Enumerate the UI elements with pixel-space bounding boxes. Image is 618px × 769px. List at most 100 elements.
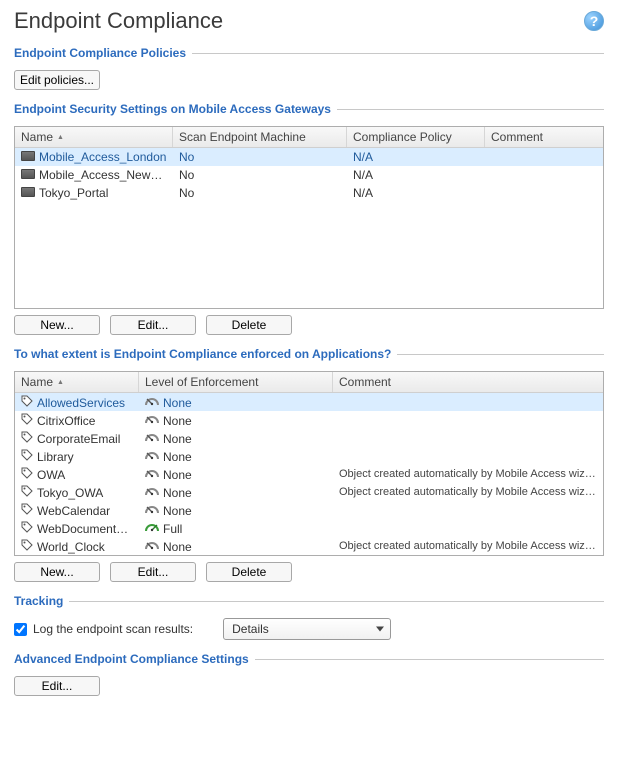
apps-delete-button[interactable]: Delete (206, 562, 292, 582)
app-comment: Object created automatically by Mobile A… (333, 483, 603, 501)
app-level: None (163, 414, 192, 428)
gateway-icon (21, 187, 35, 197)
divider (69, 601, 604, 602)
app-name: Tokyo_OWA (37, 486, 103, 500)
sort-asc-icon: ▲ (57, 134, 64, 141)
gauge-icon (145, 413, 159, 425)
app-row[interactable]: OWA None Object created automatically by M… (15, 465, 603, 483)
tag-icon (21, 467, 33, 479)
log-scan-label[interactable]: Log the endpoint scan results: (33, 622, 193, 636)
tag-icon (21, 539, 33, 551)
app-row[interactable]: Tokyo_OWA None Object created automaticall… (15, 483, 603, 501)
edit-policies-button[interactable]: Edit policies... (14, 70, 100, 90)
apps-new-button[interactable]: New... (14, 562, 100, 582)
gauge-icon (145, 503, 159, 515)
divider (192, 53, 604, 54)
tag-icon (21, 503, 33, 515)
app-comment (333, 507, 603, 513)
divider (337, 109, 604, 110)
app-row[interactable]: Library None (15, 447, 603, 465)
gateways-new-button[interactable]: New... (14, 315, 100, 335)
app-name: AllowedServices (37, 396, 125, 410)
gateways-col-comment[interactable]: Comment (485, 127, 603, 147)
app-level: None (163, 468, 192, 482)
app-comment: Object created automatically by Mobile A… (333, 465, 603, 483)
app-comment (333, 417, 603, 423)
gauge-icon (145, 485, 159, 497)
gateways-col-scan[interactable]: Scan Endpoint Machine (173, 127, 347, 147)
app-row[interactable]: AllowedServices None (15, 393, 603, 411)
help-icon[interactable]: ? (584, 11, 604, 31)
section-header-apps: To what extent is Endpoint Compliance en… (14, 347, 391, 361)
gateways-edit-button[interactable]: Edit... (110, 315, 196, 335)
app-comment: Object created automatically by Mobile A… (333, 537, 603, 555)
apps-col-name[interactable]: Name ▲ (15, 372, 139, 392)
gateway-scan: No (173, 147, 347, 167)
apps-col-level[interactable]: Level of Enforcement (139, 372, 333, 392)
section-header-gateways: Endpoint Security Settings on Mobile Acc… (14, 102, 331, 116)
app-level: None (163, 540, 192, 554)
tag-icon (21, 431, 33, 443)
gateway-name: Mobile_Access_London (39, 150, 166, 164)
gateway-comment (485, 172, 603, 178)
app-comment (333, 399, 603, 405)
gateway-scan: No (173, 183, 347, 203)
app-comment (333, 525, 603, 531)
gateway-compliance: N/A (347, 147, 485, 167)
gauge-icon (145, 521, 159, 533)
page-title: Endpoint Compliance (14, 8, 223, 34)
app-comment (333, 435, 603, 441)
gauge-icon (145, 467, 159, 479)
app-row[interactable]: CitrixOffice None (15, 411, 603, 429)
app-comment (333, 453, 603, 459)
gateway-row[interactable]: Mobile_Access_London NoN/A (15, 148, 603, 166)
gateways-col-compliance[interactable]: Compliance Policy (347, 127, 485, 147)
gateway-name: Mobile_Access_NewYork (39, 168, 173, 182)
tag-icon (21, 449, 33, 461)
app-name: CitrixOffice (37, 414, 95, 428)
gateway-name: Tokyo_Portal (39, 186, 108, 200)
app-level: None (163, 450, 192, 464)
app-name: Library (37, 450, 74, 464)
gateway-icon (21, 151, 35, 161)
chevron-down-icon (376, 627, 384, 632)
gauge-icon (145, 395, 159, 407)
app-level: None (163, 432, 192, 446)
gateway-icon (21, 169, 35, 179)
divider (397, 354, 604, 355)
app-row[interactable]: WebCalendarNone (15, 501, 603, 519)
section-header-advanced: Advanced Endpoint Compliance Settings (14, 652, 249, 666)
gauge-icon (145, 539, 159, 551)
gateway-scan: No (173, 165, 347, 185)
gateway-row[interactable]: Tokyo_PortalNoN/A (15, 184, 603, 202)
gauge-icon (145, 431, 159, 443)
section-header-tracking: Tracking (14, 594, 63, 608)
app-row[interactable]: WebDocumentation Full (15, 519, 603, 537)
app-row[interactable]: World_Clock None Object created automatica… (15, 537, 603, 555)
app-row[interactable]: CorporateEmail None (15, 429, 603, 447)
app-level: None (163, 486, 192, 500)
divider (255, 659, 604, 660)
advanced-edit-button[interactable]: Edit... (14, 676, 100, 696)
log-scan-checkbox[interactable] (14, 623, 27, 636)
app-name: CorporateEmail (37, 432, 120, 446)
app-name: OWA (37, 468, 65, 482)
gateway-row[interactable]: Mobile_Access_NewYorkNoN/A (15, 166, 603, 184)
gateway-comment (485, 154, 603, 160)
tag-icon (21, 485, 33, 497)
app-name: World_Clock (37, 540, 105, 554)
app-level: None (163, 396, 192, 410)
tag-icon (21, 521, 33, 533)
gauge-icon (145, 449, 159, 461)
gateways-delete-button[interactable]: Delete (206, 315, 292, 335)
gateways-col-name[interactable]: Name ▲ (15, 127, 173, 147)
app-name: WebCalendar (37, 504, 110, 518)
sort-asc-icon: ▲ (57, 379, 64, 386)
app-level: Full (163, 522, 182, 536)
app-name: WebDocumentation (37, 522, 139, 536)
section-header-policies: Endpoint Compliance Policies (14, 46, 186, 60)
apps-col-comment[interactable]: Comment (333, 372, 603, 392)
gateway-comment (485, 190, 603, 196)
apps-edit-button[interactable]: Edit... (110, 562, 196, 582)
log-level-select[interactable]: Details (223, 618, 391, 640)
